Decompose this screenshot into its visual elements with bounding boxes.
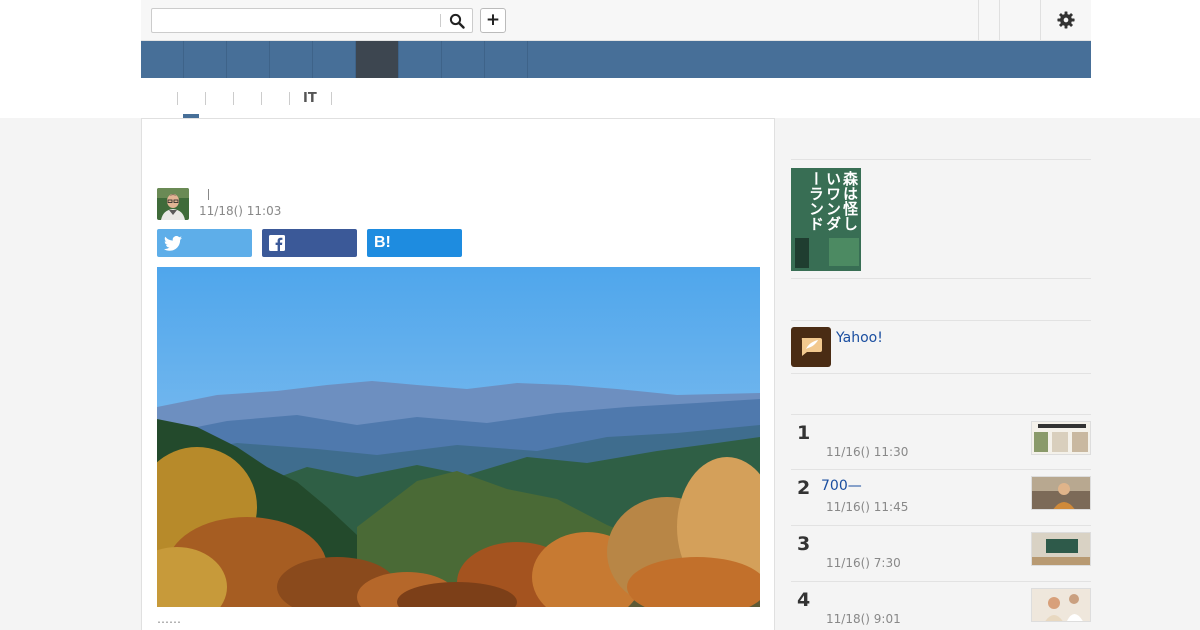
feather-icon: [801, 338, 822, 356]
global-nav-item-7[interactable]: [399, 41, 442, 78]
category-tab-6[interactable]: [330, 78, 359, 118]
ranking-date: 11/16() 7:30: [826, 556, 901, 570]
global-nav-item-3[interactable]: [227, 41, 270, 78]
ranking-item-4[interactable]: 4 11/18() 9:01: [791, 581, 1091, 630]
category-tab-1[interactable]: [177, 78, 205, 118]
book-title: 森は怪しいワンダーランド: [807, 171, 858, 231]
header-bar: +: [141, 0, 1091, 41]
article: 11/18() 11:03 B! ……: [141, 118, 775, 630]
ranking-item-1[interactable]: 1 11/16() 11:30: [791, 414, 1091, 469]
header-menu-button[interactable]: [979, 0, 999, 40]
mountain-landscape-photo: [157, 267, 760, 607]
header-user-button[interactable]: [1000, 0, 1040, 40]
yahoo-news-icon[interactable]: [791, 327, 831, 367]
plus-icon: +: [485, 10, 501, 30]
facebook-icon: [269, 235, 285, 251]
category-tab-it[interactable]: IT: [289, 78, 331, 118]
category-tab-2[interactable]: [205, 78, 233, 118]
global-nav-item-4[interactable]: [270, 41, 313, 78]
publish-date: 11/18() 11:03: [199, 204, 282, 218]
ranking-thumbnail: [1031, 588, 1091, 622]
search-box: [151, 8, 473, 33]
page-wrapper: + IT: [141, 0, 1091, 118]
gear-icon: [1057, 11, 1075, 29]
twitter-icon: [164, 235, 182, 251]
article-hero-image: [157, 267, 760, 607]
global-nav-item-8[interactable]: [442, 41, 485, 78]
author-avatar[interactable]: [157, 188, 189, 220]
settings-button[interactable]: [1041, 0, 1091, 40]
ranking-thumbnail: [1031, 532, 1091, 566]
sidebar: 森は怪しいワンダーランド Yahoo! 1 11/16() 11:30 2 70…: [791, 118, 1091, 630]
book-cover-image[interactable]: 森は怪しいワンダーランド: [791, 168, 861, 271]
facebook-share-button[interactable]: [262, 229, 357, 257]
ranking-title: 700—: [821, 478, 862, 494]
ranking-date: 11/16() 11:45: [826, 500, 909, 514]
rank-number: 2: [797, 477, 811, 499]
search-icon: [449, 13, 465, 29]
search-button[interactable]: [444, 11, 470, 31]
rank-number: 1: [797, 422, 811, 444]
category-tab-3[interactable]: [233, 78, 261, 118]
rank-number: 4: [797, 589, 811, 611]
sidebar-divider: [791, 320, 1091, 321]
category-tab-4[interactable]: [261, 78, 289, 118]
global-nav-item-1[interactable]: [141, 41, 184, 78]
byline-separator: [208, 189, 209, 200]
twitter-share-button[interactable]: [157, 229, 252, 257]
image-caption: ……: [157, 612, 181, 626]
hatena-bookmark-button[interactable]: B!: [367, 229, 462, 257]
author-photo: [157, 188, 189, 220]
hatena-bookmark-icon: B!: [374, 234, 391, 251]
ranking-thumbnail: [1031, 421, 1091, 455]
ranking-date: 11/18() 9:01: [826, 612, 901, 626]
add-button[interactable]: +: [480, 8, 506, 33]
ranking-item-2[interactable]: 2 700— 11/16() 11:45: [791, 469, 1091, 524]
ranking-date: 11/16() 11:30: [826, 445, 909, 459]
global-nav-item-9[interactable]: [485, 41, 528, 78]
global-nav-item-5[interactable]: [313, 41, 356, 78]
yahoo-link[interactable]: Yahoo!: [836, 330, 883, 346]
sidebar-divider: [791, 278, 1091, 279]
sidebar-divider: [791, 159, 1091, 160]
ranking-item-3[interactable]: 3 11/16() 7:30: [791, 525, 1091, 580]
ranking-thumbnail: [1031, 476, 1091, 510]
search-divider: [440, 14, 441, 27]
global-nav: [141, 41, 1091, 78]
sidebar-divider: [791, 373, 1091, 374]
search-input[interactable]: [152, 9, 440, 32]
global-nav-item-6[interactable]: [356, 41, 399, 78]
rank-number: 3: [797, 533, 811, 555]
category-tabs: IT: [141, 78, 1091, 118]
global-nav-item-2[interactable]: [184, 41, 227, 78]
